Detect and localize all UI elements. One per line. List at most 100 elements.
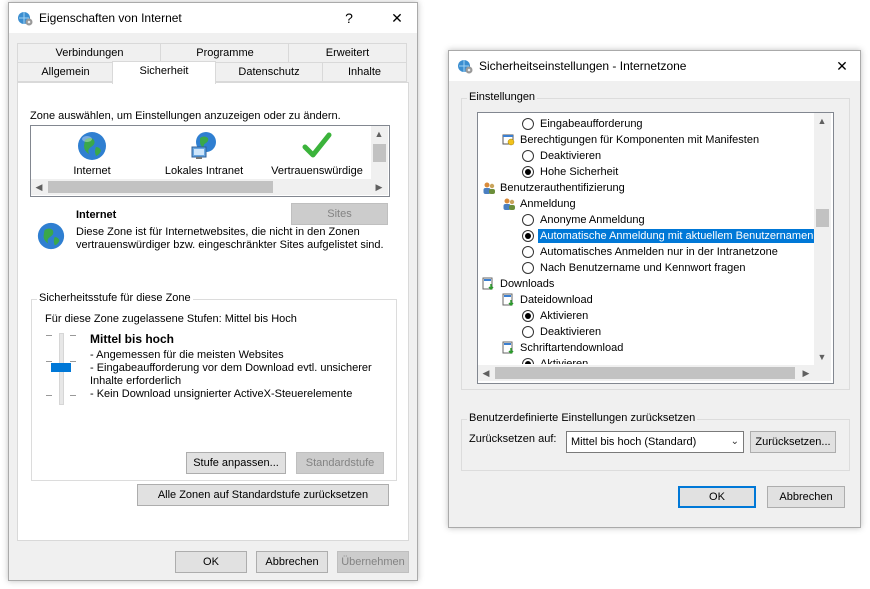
tab-erweitert[interactable]: Erweitert bbox=[288, 43, 407, 63]
radio-checked[interactable] bbox=[522, 358, 534, 364]
tab-inhalte[interactable]: Inhalte bbox=[322, 62, 407, 82]
tree-category-row[interactable]: Downloads bbox=[478, 276, 814, 292]
reset-group-label: Benutzerdefinierte Einstellungen zurücks… bbox=[467, 412, 698, 424]
cancel-button[interactable]: Abbrechen bbox=[256, 551, 328, 573]
zone-description: Diese Zone ist für Internetwebsites, die… bbox=[76, 226, 384, 251]
sites-button[interactable]: Sites bbox=[291, 203, 388, 225]
tree-category-row[interactable]: Schriftartendownload bbox=[478, 340, 814, 356]
close-button[interactable]: ✕ bbox=[382, 7, 412, 29]
tree-option-row[interactable]: Nach Benutzername und Kennwort fragen bbox=[478, 260, 814, 276]
tree-item-label: Downloads bbox=[500, 278, 555, 290]
scroll-up-arrow-icon[interactable]: ▲ bbox=[371, 126, 387, 142]
tab-allgemein[interactable]: Allgemein bbox=[17, 62, 114, 82]
tree-category-row[interactable]: Berechtigungen für Komponenten mit Manif… bbox=[478, 132, 814, 148]
tree-option-row[interactable]: Automatische Anmeldung mit aktuellem Ben… bbox=[478, 228, 814, 244]
radio-unchecked[interactable] bbox=[522, 118, 534, 130]
scroll-right-arrow-icon[interactable]: ▶ bbox=[798, 365, 814, 381]
internet-options-window: Eigenschaften von Internet ? ✕ Verbindun… bbox=[8, 2, 418, 581]
reset-to-label: Zurücksetzen auf: bbox=[469, 433, 557, 445]
zone-list-hscrollbar[interactable]: ◀ ▶ bbox=[31, 179, 388, 195]
reset-button[interactable]: Zurücksetzen... bbox=[750, 431, 836, 453]
radio-unchecked[interactable] bbox=[522, 326, 534, 338]
tree-category-row[interactable]: Anmeldung bbox=[478, 196, 814, 212]
radio-unchecked[interactable] bbox=[522, 246, 534, 258]
zone-list-vscrollbar[interactable]: ▲ bbox=[371, 126, 388, 179]
radio-checked[interactable] bbox=[522, 230, 534, 242]
customize-level-button[interactable]: Stufe anpassen... bbox=[186, 452, 286, 474]
title-bar[interactable]: Sicherheitseinstellungen - Internetzone … bbox=[449, 51, 860, 81]
tree-vscrollbar[interactable]: ▲ ▼ bbox=[814, 113, 831, 365]
tree-option-row[interactable]: Deaktivieren bbox=[478, 324, 814, 340]
tree-option-row[interactable]: Hohe Sicherheit bbox=[478, 164, 814, 180]
slider-tick bbox=[70, 395, 76, 396]
settings-category-icon bbox=[502, 133, 516, 147]
scroll-down-arrow-icon[interactable]: ▼ bbox=[814, 349, 830, 365]
tree-item-label: Aktivieren bbox=[540, 310, 589, 322]
tree-hscrollbar[interactable]: ◀ ▶ bbox=[478, 365, 831, 381]
settings-group: Einstellungen Eingabeaufforderung Berecht… bbox=[461, 91, 850, 390]
tree-item-label: Aktivieren bbox=[540, 358, 589, 364]
default-level-button[interactable]: Standardstufe bbox=[296, 452, 384, 474]
tree-category-row[interactable]: Benutzerauthentifizierung bbox=[478, 180, 814, 196]
settings-category-icon bbox=[502, 197, 516, 211]
tree-item-label: Berechtigungen für Komponenten mit Manif… bbox=[520, 134, 760, 146]
scroll-up-arrow-icon[interactable]: ▲ bbox=[814, 113, 830, 129]
scroll-right-arrow-icon[interactable]: ▶ bbox=[371, 179, 387, 195]
tree-item-label: Automatisches Anmelden nur in der Intran… bbox=[540, 246, 778, 258]
title-bar[interactable]: Eigenschaften von Internet ? ✕ bbox=[9, 3, 417, 33]
zone-internet[interactable]: Internet bbox=[57, 128, 127, 178]
tree-item-label: Hohe Sicherheit bbox=[540, 166, 619, 178]
reset-level-value: Mittel bis hoch (Standard) bbox=[571, 436, 697, 448]
settings-tree[interactable]: Eingabeaufforderung Berechtigungen für Ko… bbox=[477, 112, 834, 384]
radio-checked[interactable] bbox=[522, 166, 534, 178]
settings-category-icon bbox=[502, 341, 516, 355]
scroll-left-arrow-icon[interactable]: ◀ bbox=[478, 365, 494, 381]
radio-unchecked[interactable] bbox=[522, 262, 534, 274]
zone-name: Internet bbox=[76, 209, 117, 221]
hscroll-thumb[interactable] bbox=[48, 181, 273, 193]
tree-option-row[interactable]: Deaktivieren bbox=[478, 148, 814, 164]
apply-button[interactable]: Übernehmen bbox=[337, 551, 409, 573]
ok-button[interactable]: OK bbox=[678, 486, 756, 508]
zone-globe-icon bbox=[36, 221, 66, 254]
radio-unchecked[interactable] bbox=[522, 214, 534, 226]
scroll-left-arrow-icon[interactable]: ◀ bbox=[31, 179, 47, 195]
window-title: Sicherheitseinstellungen - Internetzone bbox=[479, 59, 687, 73]
radio-unchecked[interactable] bbox=[522, 150, 534, 162]
tab-programme[interactable]: Programme bbox=[160, 43, 290, 63]
scroll-thumb[interactable] bbox=[816, 209, 829, 227]
tree-option-row[interactable]: Automatisches Anmelden nur in der Intran… bbox=[478, 244, 814, 260]
radio-checked[interactable] bbox=[522, 310, 534, 322]
settings-category-icon bbox=[502, 293, 516, 307]
help-button[interactable]: ? bbox=[334, 7, 364, 29]
chevron-down-icon[interactable]: ⌄ bbox=[731, 432, 739, 452]
tree-option-row[interactable]: Aktivieren bbox=[478, 356, 814, 364]
level-title: Mittel bis hoch bbox=[90, 332, 174, 346]
tree-item-label: Dateidownload bbox=[520, 294, 593, 306]
reset-group: Benutzerdefinierte Einstellungen zurücks… bbox=[461, 412, 850, 471]
tab-datenschutz[interactable]: Datenschutz bbox=[214, 62, 324, 82]
zone-trusted[interactable]: Vertrauenswürdige bbox=[267, 128, 367, 178]
tree-option-row[interactable]: Aktivieren bbox=[478, 308, 814, 324]
tree-category-row[interactable]: Dateidownload bbox=[478, 292, 814, 308]
scroll-thumb[interactable] bbox=[373, 144, 386, 162]
slider-tick bbox=[46, 335, 52, 336]
cancel-button[interactable]: Abbrechen bbox=[767, 486, 845, 508]
hscroll-thumb[interactable] bbox=[495, 367, 795, 379]
zone-intranet[interactable]: Lokales Intranet bbox=[159, 128, 249, 178]
reset-all-zones-button[interactable]: Alle Zonen auf Standardstufe zurücksetze… bbox=[137, 484, 389, 506]
security-settings-window: Sicherheitseinstellungen - Internetzone … bbox=[448, 50, 861, 528]
tree-item-label: Anmeldung bbox=[520, 198, 576, 210]
zone-internet-label: Internet bbox=[73, 165, 111, 177]
reset-level-select[interactable]: Mittel bis hoch (Standard) ⌄ bbox=[566, 431, 744, 453]
zone-list[interactable]: Internet Lokales Intranet Vertrauenswürd… bbox=[30, 125, 390, 197]
tree-option-row[interactable]: Eingabeaufforderung bbox=[478, 116, 814, 132]
tree-option-row[interactable]: Anonyme Anmeldung bbox=[478, 212, 814, 228]
close-button[interactable]: ✕ bbox=[827, 55, 857, 77]
slider-thumb[interactable] bbox=[51, 363, 71, 372]
tab-sicherheit[interactable]: Sicherheit bbox=[112, 61, 216, 84]
zone-trusted-label: Vertrauenswürdige bbox=[271, 165, 363, 177]
ok-button[interactable]: OK bbox=[175, 551, 247, 573]
security-level-slider[interactable] bbox=[46, 333, 76, 405]
tab-verbindungen[interactable]: Verbindungen bbox=[17, 43, 162, 63]
